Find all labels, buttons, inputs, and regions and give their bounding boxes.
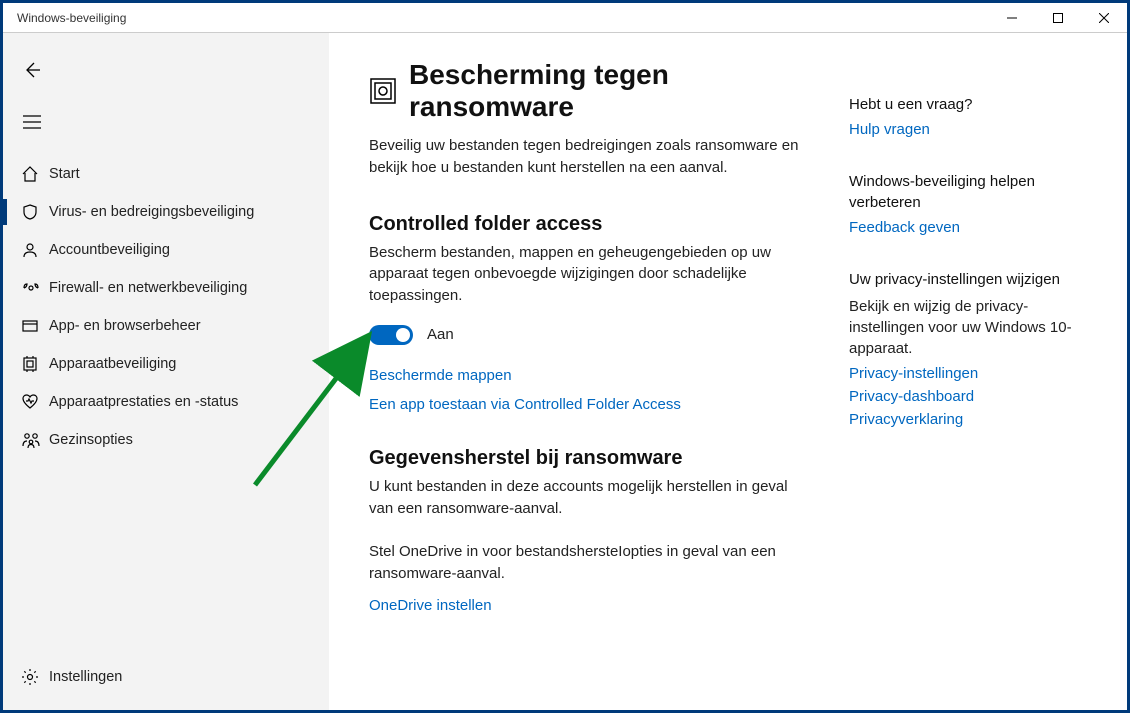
family-icon [21,431,49,449]
hamburger-button[interactable] [11,103,53,141]
nav-label: Gezinsopties [49,432,133,448]
nav-item-virus[interactable]: Virus- en bedreigingsbeveiliging [3,193,329,231]
nav-item-device[interactable]: Apparaatbeveiliging [3,345,329,383]
page-heading: Bescherming tegen ransomware [369,59,809,123]
link-onedrive-setup[interactable]: OneDrive instellen [369,597,809,614]
account-icon [21,241,49,259]
nav-label: App- en browserbeheer [49,318,201,334]
link-feedback[interactable]: Feedback geven [849,219,1099,236]
firewall-icon [21,281,49,295]
shield-icon [21,203,49,221]
aside-privacy-desc: Bekijk en wijzig de privacy-instellingen… [849,296,1099,359]
sidebar: Start Virus- en bedreigingsbeveiliging A… [3,33,329,710]
nav-label: Firewall- en netwerkbeveiliging [49,280,247,296]
back-button[interactable] [11,51,53,89]
nav-item-firewall[interactable]: Firewall- en netwerkbeveiliging [3,269,329,307]
nav-label: Start [49,166,80,182]
link-privacy-settings[interactable]: Privacy-instellingen [849,365,1099,382]
recovery-desc: U kunt bestanden in deze accounts mogeli… [369,476,809,520]
ransomware-icon [369,76,397,106]
page-intro: Beveilig uw bestanden tegen bedreigingen… [369,135,809,179]
link-privacy-statement[interactable]: Privacyverklaring [849,411,1099,428]
cfa-heading: Controlled folder access [369,213,809,236]
nav-item-family[interactable]: Gezinsopties [3,421,329,459]
cfa-toggle-label: Aan [427,326,454,343]
link-help[interactable]: Hulp vragen [849,121,1099,138]
cfa-desc: Bescherm bestanden, mappen en geheugenge… [369,242,809,307]
link-allow-app[interactable]: Een app toestaan via Controlled Folder A… [369,396,809,413]
aside-privacy-heading: Uw privacy-instellingen wijzigen [849,270,1099,290]
nav-item-health[interactable]: Apparaatprestaties en -status [3,383,329,421]
nav-label: Apparaatbeveiliging [49,356,176,372]
link-privacy-dashboard[interactable]: Privacy-dashboard [849,388,1099,405]
nav-item-start[interactable]: Start [3,155,329,193]
title-bar: Windows-beveiliging [3,3,1127,33]
minimize-button[interactable] [989,3,1035,33]
device-icon [21,355,49,373]
nav-label: Apparaatprestaties en -status [49,394,238,410]
gear-icon [21,668,49,686]
nav-label: Virus- en bedreigingsbeveiliging [49,204,254,220]
cfa-toggle[interactable] [369,325,413,345]
aside-question-heading: Hebt u een vraag? [849,95,1099,115]
close-button[interactable] [1081,3,1127,33]
nav-label: Accountbeveiliging [49,242,170,258]
appbrowser-icon [21,317,49,335]
page-title: Bescherming tegen ransomware [409,59,809,123]
link-protected-folders[interactable]: Beschermde mappen [369,367,809,384]
nav-list: Start Virus- en bedreigingsbeveiliging A… [3,155,329,658]
onedrive-hint: Stel OneDrive in voor bestandshersteIopt… [369,541,809,585]
maximize-button[interactable] [1035,3,1081,33]
nav-item-appbrowser[interactable]: App- en browserbeheer [3,307,329,345]
window-title: Windows-beveiliging [17,11,126,25]
health-icon [21,393,49,411]
nav-label: Instellingen [49,669,122,685]
home-icon [21,165,49,183]
main-content: Bescherming tegen ransomware Beveilig uw… [329,33,1127,710]
aside-improve-heading: Windows-beveiliging helpen verbeteren [849,172,1099,213]
nav-item-account[interactable]: Accountbeveiliging [3,231,329,269]
aside: Hebt u een vraag? Hulp vragen Windows-be… [849,59,1099,684]
nav-item-settings[interactable]: Instellingen [3,658,329,696]
recovery-heading: Gegevensherstel bij ransomware [369,447,809,470]
